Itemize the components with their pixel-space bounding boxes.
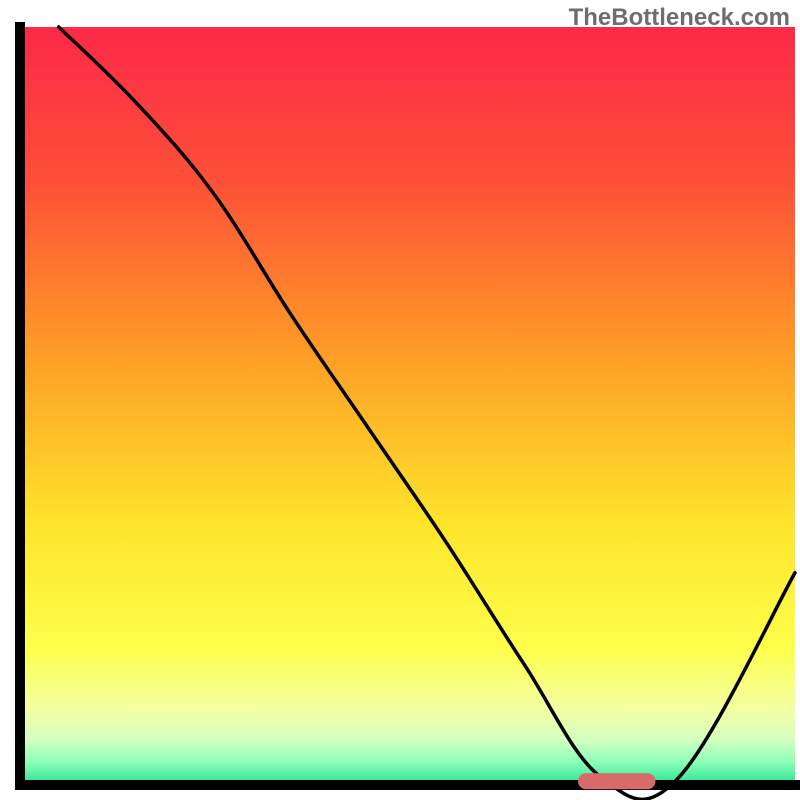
watermark-text: TheBottleneck.com <box>569 4 790 32</box>
chart-container: TheBottleneck.com <box>0 0 800 800</box>
bottleneck-chart <box>0 0 800 800</box>
optimal-range-marker <box>578 773 656 789</box>
chart-background-gradient <box>20 27 795 785</box>
